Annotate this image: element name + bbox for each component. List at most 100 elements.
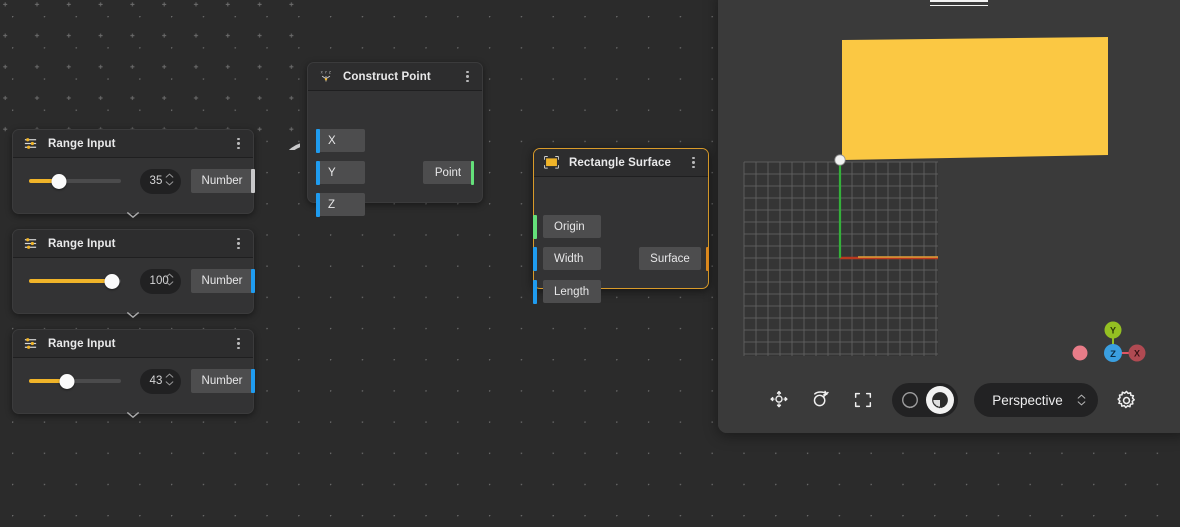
- output-port-point-stub[interactable]: [471, 161, 475, 185]
- output-port-stub[interactable]: [251, 269, 255, 293]
- input-port-x-label: X: [328, 135, 336, 147]
- node-body: 43 Number: [13, 358, 253, 426]
- node-expander-toggle[interactable]: [13, 204, 253, 226]
- output-port-point-label: Point: [435, 167, 461, 179]
- range-slider[interactable]: [29, 272, 121, 290]
- gizmo-z-label: Z: [1110, 349, 1116, 360]
- node-title: Construct Point: [343, 71, 461, 83]
- input-port-y-stub[interactable]: [316, 161, 320, 185]
- output-port-number[interactable]: Number: [191, 369, 253, 393]
- output-port-surface-stub[interactable]: [706, 247, 710, 271]
- projection-dropdown[interactable]: Perspective: [974, 383, 1098, 417]
- node-header[interactable]: Range Input: [13, 130, 253, 158]
- node-header[interactable]: Rectangle Surface: [534, 149, 708, 177]
- number-stepper[interactable]: [165, 173, 174, 186]
- origin-point-marker: [835, 155, 845, 165]
- chevron-down-icon: [126, 211, 140, 219]
- 3d-scene[interactable]: Y X Z: [718, 0, 1180, 433]
- chevron-up-icon: [165, 273, 174, 278]
- fit-to-screen-icon[interactable]: [850, 387, 876, 413]
- handle-line: [930, 0, 988, 2]
- node-rectangle-surface[interactable]: Rectangle Surface Origin Width Length Su…: [533, 148, 709, 289]
- chevron-down-icon: [165, 181, 174, 186]
- output-port-point[interactable]: Point: [423, 161, 473, 184]
- viewport-drag-handle[interactable]: [930, 0, 988, 9]
- input-port-z-stub[interactable]: [316, 193, 320, 217]
- output-port-stub[interactable]: [251, 169, 255, 193]
- input-port-x-stub[interactable]: [316, 129, 320, 153]
- input-port-length[interactable]: Length: [543, 280, 601, 303]
- svg-text:Y: Y: [324, 70, 327, 74]
- node-title: Range Input: [48, 338, 232, 350]
- gear-icon[interactable]: [1114, 387, 1140, 413]
- number-value: 35: [150, 175, 163, 187]
- output-port-number[interactable]: Number: [191, 269, 253, 293]
- edge-range1-to-y: [254, 144, 300, 150]
- range-row: 35 Number: [13, 158, 253, 204]
- kebab-menu-icon[interactable]: [232, 135, 245, 153]
- node-title: Range Input: [48, 138, 232, 150]
- number-input-field[interactable]: 43: [140, 369, 181, 394]
- input-port-y[interactable]: Y: [317, 161, 365, 184]
- node-header[interactable]: X Y Z Construct Point: [308, 63, 482, 91]
- sliders-icon: [22, 135, 39, 152]
- input-port-width-stub[interactable]: [533, 247, 537, 271]
- slider-knob[interactable]: [60, 374, 75, 389]
- chevron-down-icon: [126, 411, 140, 419]
- input-port-length-stub[interactable]: [533, 280, 537, 304]
- slider-knob[interactable]: [52, 174, 67, 189]
- range-row: 43 Number: [13, 358, 253, 404]
- range-slider[interactable]: [29, 372, 121, 390]
- shaded-shading-icon[interactable]: [926, 386, 954, 414]
- input-port-y-label: Y: [328, 167, 336, 179]
- input-port-z[interactable]: Z: [317, 193, 365, 216]
- kebab-menu-icon[interactable]: [687, 154, 700, 172]
- chevron-up-icon: [165, 373, 174, 378]
- sliders-icon: [22, 235, 39, 252]
- rectangle-surface-geometry: [842, 37, 1108, 160]
- output-port-number[interactable]: Number: [191, 169, 253, 193]
- node-header[interactable]: Range Input: [13, 330, 253, 358]
- wireframe-shading-icon[interactable]: [896, 386, 924, 414]
- node-range-input-1[interactable]: Range Input 35 Number: [12, 129, 254, 214]
- input-port-z-label: Z: [328, 199, 335, 211]
- node-body: 35 Number: [13, 158, 253, 226]
- node-header[interactable]: Range Input: [13, 230, 253, 258]
- slider-knob[interactable]: [105, 274, 120, 289]
- number-input-field[interactable]: 100: [140, 269, 181, 294]
- node-expander-toggle[interactable]: [13, 304, 253, 326]
- sliders-icon: [22, 335, 39, 352]
- node-expander-toggle[interactable]: [13, 404, 253, 426]
- xyz-axes-icon: X Y Z: [317, 68, 334, 85]
- chevron-up-icon: [165, 173, 174, 178]
- node-construct-point[interactable]: X Y Z Construct Point X Y: [307, 62, 483, 203]
- number-stepper[interactable]: [165, 273, 174, 286]
- kebab-menu-icon[interactable]: [461, 68, 474, 86]
- node-range-input-2[interactable]: Range Input 100 Number: [12, 229, 254, 314]
- input-port-width-label: Width: [554, 253, 583, 265]
- input-port-origin-stub[interactable]: [533, 215, 537, 239]
- viewport-toolbar[interactable]: Perspective: [718, 383, 1180, 417]
- orbit-icon[interactable]: [766, 387, 792, 413]
- gizmo-y-label: Y: [1110, 326, 1116, 336]
- range-slider[interactable]: [29, 172, 121, 190]
- output-port-surface[interactable]: Surface: [639, 247, 701, 270]
- input-port-length-label: Length: [554, 286, 589, 298]
- kebab-menu-icon[interactable]: [232, 235, 245, 253]
- 3d-viewport-panel[interactable]: Y X Z: [718, 0, 1180, 433]
- input-port-origin[interactable]: Origin: [543, 215, 601, 238]
- output-port-stub[interactable]: [251, 369, 255, 393]
- shading-mode-toggle-group[interactable]: [892, 383, 958, 417]
- svg-text:Z: Z: [328, 70, 330, 74]
- number-stepper[interactable]: [165, 373, 174, 386]
- kebab-menu-icon[interactable]: [232, 335, 245, 353]
- connection-edges: [0, 0, 300, 150]
- number-input-field[interactable]: 35: [140, 169, 181, 194]
- input-port-width[interactable]: Width: [543, 247, 601, 270]
- number-value: 43: [150, 375, 163, 387]
- canvas-grid-pattern: [0, 0, 300, 150]
- zoom-icon[interactable]: [808, 387, 834, 413]
- projection-label: Perspective: [992, 393, 1063, 408]
- node-range-input-3[interactable]: Range Input 43 Number: [12, 329, 254, 414]
- input-port-x[interactable]: X: [317, 129, 365, 152]
